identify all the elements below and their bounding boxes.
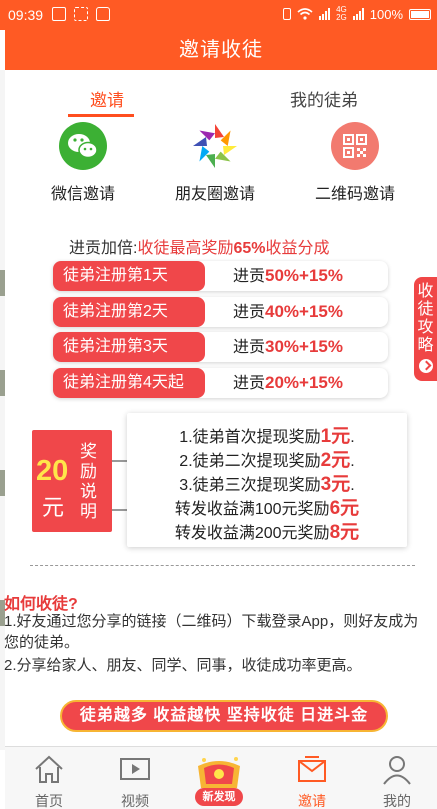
screenshot-icon bbox=[74, 7, 88, 21]
profile-icon bbox=[383, 756, 411, 785]
reward-line-amount: 6元 bbox=[329, 498, 360, 519]
bonus-row-day1: 徒弟注册第1天 进贡50%+15% bbox=[53, 261, 388, 291]
slogan-banner: 徒弟越多 收益越快 坚持收徒 日进斗金 bbox=[60, 700, 388, 732]
bonus-row-day-label: 徒弟注册第4天起 bbox=[53, 368, 205, 398]
invite-mail-icon bbox=[298, 756, 326, 782]
status-bar: 09:39 4G 2G 100% bbox=[0, 0, 437, 30]
bonus-row-percent: 40%+15% bbox=[265, 302, 343, 321]
reward-line-end: . bbox=[350, 477, 355, 494]
bonus-suffix: 收益分成 bbox=[265, 240, 330, 257]
bonus-prefix: 进贡加倍: bbox=[69, 240, 138, 257]
reward-line: 1.徒弟首次提现奖励1元. bbox=[127, 421, 407, 448]
reward-badge: 20 元 奖励说明 bbox=[32, 430, 112, 532]
dashed-divider bbox=[30, 565, 415, 566]
bonus-row-day3: 徒弟注册第3天 进贡30%+15% bbox=[53, 332, 388, 362]
reward-line-amount: 8元 bbox=[329, 522, 360, 543]
bonus-row-day4: 徒弟注册第4天起 进贡20%+15% bbox=[53, 368, 388, 398]
bonus-row-value: 进贡30%+15% bbox=[233, 332, 343, 363]
share-moments-button[interactable]: 朋友圈邀请 bbox=[160, 122, 270, 204]
bag-icon bbox=[96, 7, 110, 21]
wechat-icon bbox=[59, 122, 107, 170]
reward-line-text: 转发收益满200元奖励 bbox=[174, 525, 330, 542]
bonus-title: 进贡加倍:收徒最高奖励65%收益分成 bbox=[69, 234, 330, 258]
bonus-row-label: 进贡 bbox=[233, 375, 266, 392]
battery-icon bbox=[409, 8, 431, 20]
bonus-row-percent: 20%+15% bbox=[265, 373, 343, 392]
howto-step-1: 1.好友通过您分享的链接（二维码）下载登录App，则好友成为您的徒弟。 bbox=[4, 613, 419, 651]
home-icon bbox=[35, 755, 63, 783]
reward-line-amount: 3元 bbox=[320, 474, 351, 495]
bonus-row-label: 进贡 bbox=[233, 268, 266, 285]
reward-line-amount: 1元 bbox=[320, 426, 351, 447]
bonus-row-label: 进贡 bbox=[233, 339, 266, 356]
nav-discover-label[interactable]: 新发现 bbox=[195, 788, 243, 806]
reward-line-end: . bbox=[350, 429, 355, 446]
reward-details-card: 1.徒弟首次提现奖励1元. 2.徒弟二次提现奖励2元. 3.徒弟三次提现奖励3元… bbox=[127, 413, 407, 547]
bonus-row-value: 进贡50%+15% bbox=[233, 261, 343, 292]
nav-profile-label: 我的 bbox=[383, 793, 411, 809]
share-moments-label: 朋友圈邀请 bbox=[174, 186, 255, 203]
guide-side-tab-label: 收徒攻略 bbox=[417, 283, 434, 354]
guide-side-tab[interactable]: 收徒攻略 bbox=[414, 277, 437, 381]
reward-line-amount: 2元 bbox=[320, 450, 351, 471]
reward-unit: 元 bbox=[42, 495, 65, 520]
bonus-row-value: 进贡40%+15% bbox=[233, 297, 343, 328]
reward-title: 奖励说明 bbox=[80, 442, 97, 521]
bonus-percent: 65% bbox=[233, 240, 266, 257]
moments-icon bbox=[191, 122, 239, 170]
message-icon bbox=[52, 7, 66, 21]
share-wechat-label: 微信邀请 bbox=[50, 186, 115, 203]
status-time: 09:39 bbox=[8, 7, 44, 23]
bonus-row-day2: 徒弟注册第2天 进贡40%+15% bbox=[53, 297, 388, 327]
reward-line-text: 转发收益满100元奖励 bbox=[174, 501, 330, 518]
bonus-row-percent: 50%+15% bbox=[265, 266, 343, 285]
share-qrcode-label: 二维码邀请 bbox=[314, 186, 395, 203]
share-wechat-button[interactable]: 微信邀请 bbox=[28, 122, 138, 204]
reward-line-end: . bbox=[350, 453, 355, 470]
arrow-right-icon bbox=[418, 359, 433, 373]
reward-line-text: 3.徒弟三次提现奖励 bbox=[179, 477, 321, 494]
signal-2-icon bbox=[352, 8, 364, 20]
nav-invite[interactable]: 邀请 bbox=[282, 747, 342, 809]
reward-line: 转发收益满200元奖励8元 bbox=[127, 517, 407, 544]
nav-profile[interactable]: 我的 bbox=[367, 747, 427, 809]
nav-home-label: 首页 bbox=[35, 793, 63, 809]
bonus-row-day-label: 徒弟注册第1天 bbox=[53, 261, 205, 291]
reward-line: 3.徒弟三次提现奖励3元. bbox=[127, 469, 407, 496]
bonus-row-value: 进贡20%+15% bbox=[233, 368, 343, 399]
bonus-row-day-label: 徒弟注册第3天 bbox=[53, 332, 205, 362]
reward-line-text: 1.徒弟首次提现奖励 bbox=[179, 429, 321, 446]
status-right: 4G 2G 100% bbox=[283, 6, 431, 22]
page-title: 邀请收徒 bbox=[5, 30, 437, 70]
bonus-row-label: 进贡 bbox=[233, 304, 266, 321]
bonus-row-day-label: 徒弟注册第2天 bbox=[53, 297, 205, 327]
battery-percent: 100% bbox=[369, 6, 403, 22]
network-bottom: 2G bbox=[336, 13, 347, 22]
qrcode-icon bbox=[331, 122, 379, 170]
nav-video-label: 视频 bbox=[121, 793, 149, 809]
tab-invite[interactable]: 邀请 bbox=[90, 86, 124, 111]
howto-step-2: 2.分享给家人、朋友、同学、同事，收徒成功率更高。 bbox=[4, 657, 362, 674]
nav-invite-label: 邀请 bbox=[298, 793, 326, 809]
bonus-row-percent: 30%+15% bbox=[265, 337, 343, 356]
reward-amount: 20 bbox=[36, 455, 69, 487]
tab-active-indicator bbox=[68, 114, 134, 117]
reward-line: 转发收益满100元奖励6元 bbox=[127, 493, 407, 520]
reward-line-text: 2.徒弟二次提现奖励 bbox=[179, 453, 321, 470]
nav-home[interactable]: 首页 bbox=[19, 747, 79, 809]
network-type: 4G 2G bbox=[336, 6, 347, 22]
bonus-highlight: 收徒最高奖励 bbox=[137, 240, 234, 257]
nav-video[interactable]: 视频 bbox=[105, 747, 165, 809]
wifi-icon bbox=[297, 8, 313, 20]
vibrate-icon bbox=[283, 8, 292, 20]
share-qrcode-button[interactable]: 二维码邀请 bbox=[300, 122, 410, 204]
signal-1-icon bbox=[319, 8, 331, 20]
reward-line: 2.徒弟二次提现奖励2元. bbox=[127, 445, 407, 472]
tab-my-disciples[interactable]: 我的徒弟 bbox=[290, 86, 358, 111]
video-icon bbox=[120, 758, 150, 780]
